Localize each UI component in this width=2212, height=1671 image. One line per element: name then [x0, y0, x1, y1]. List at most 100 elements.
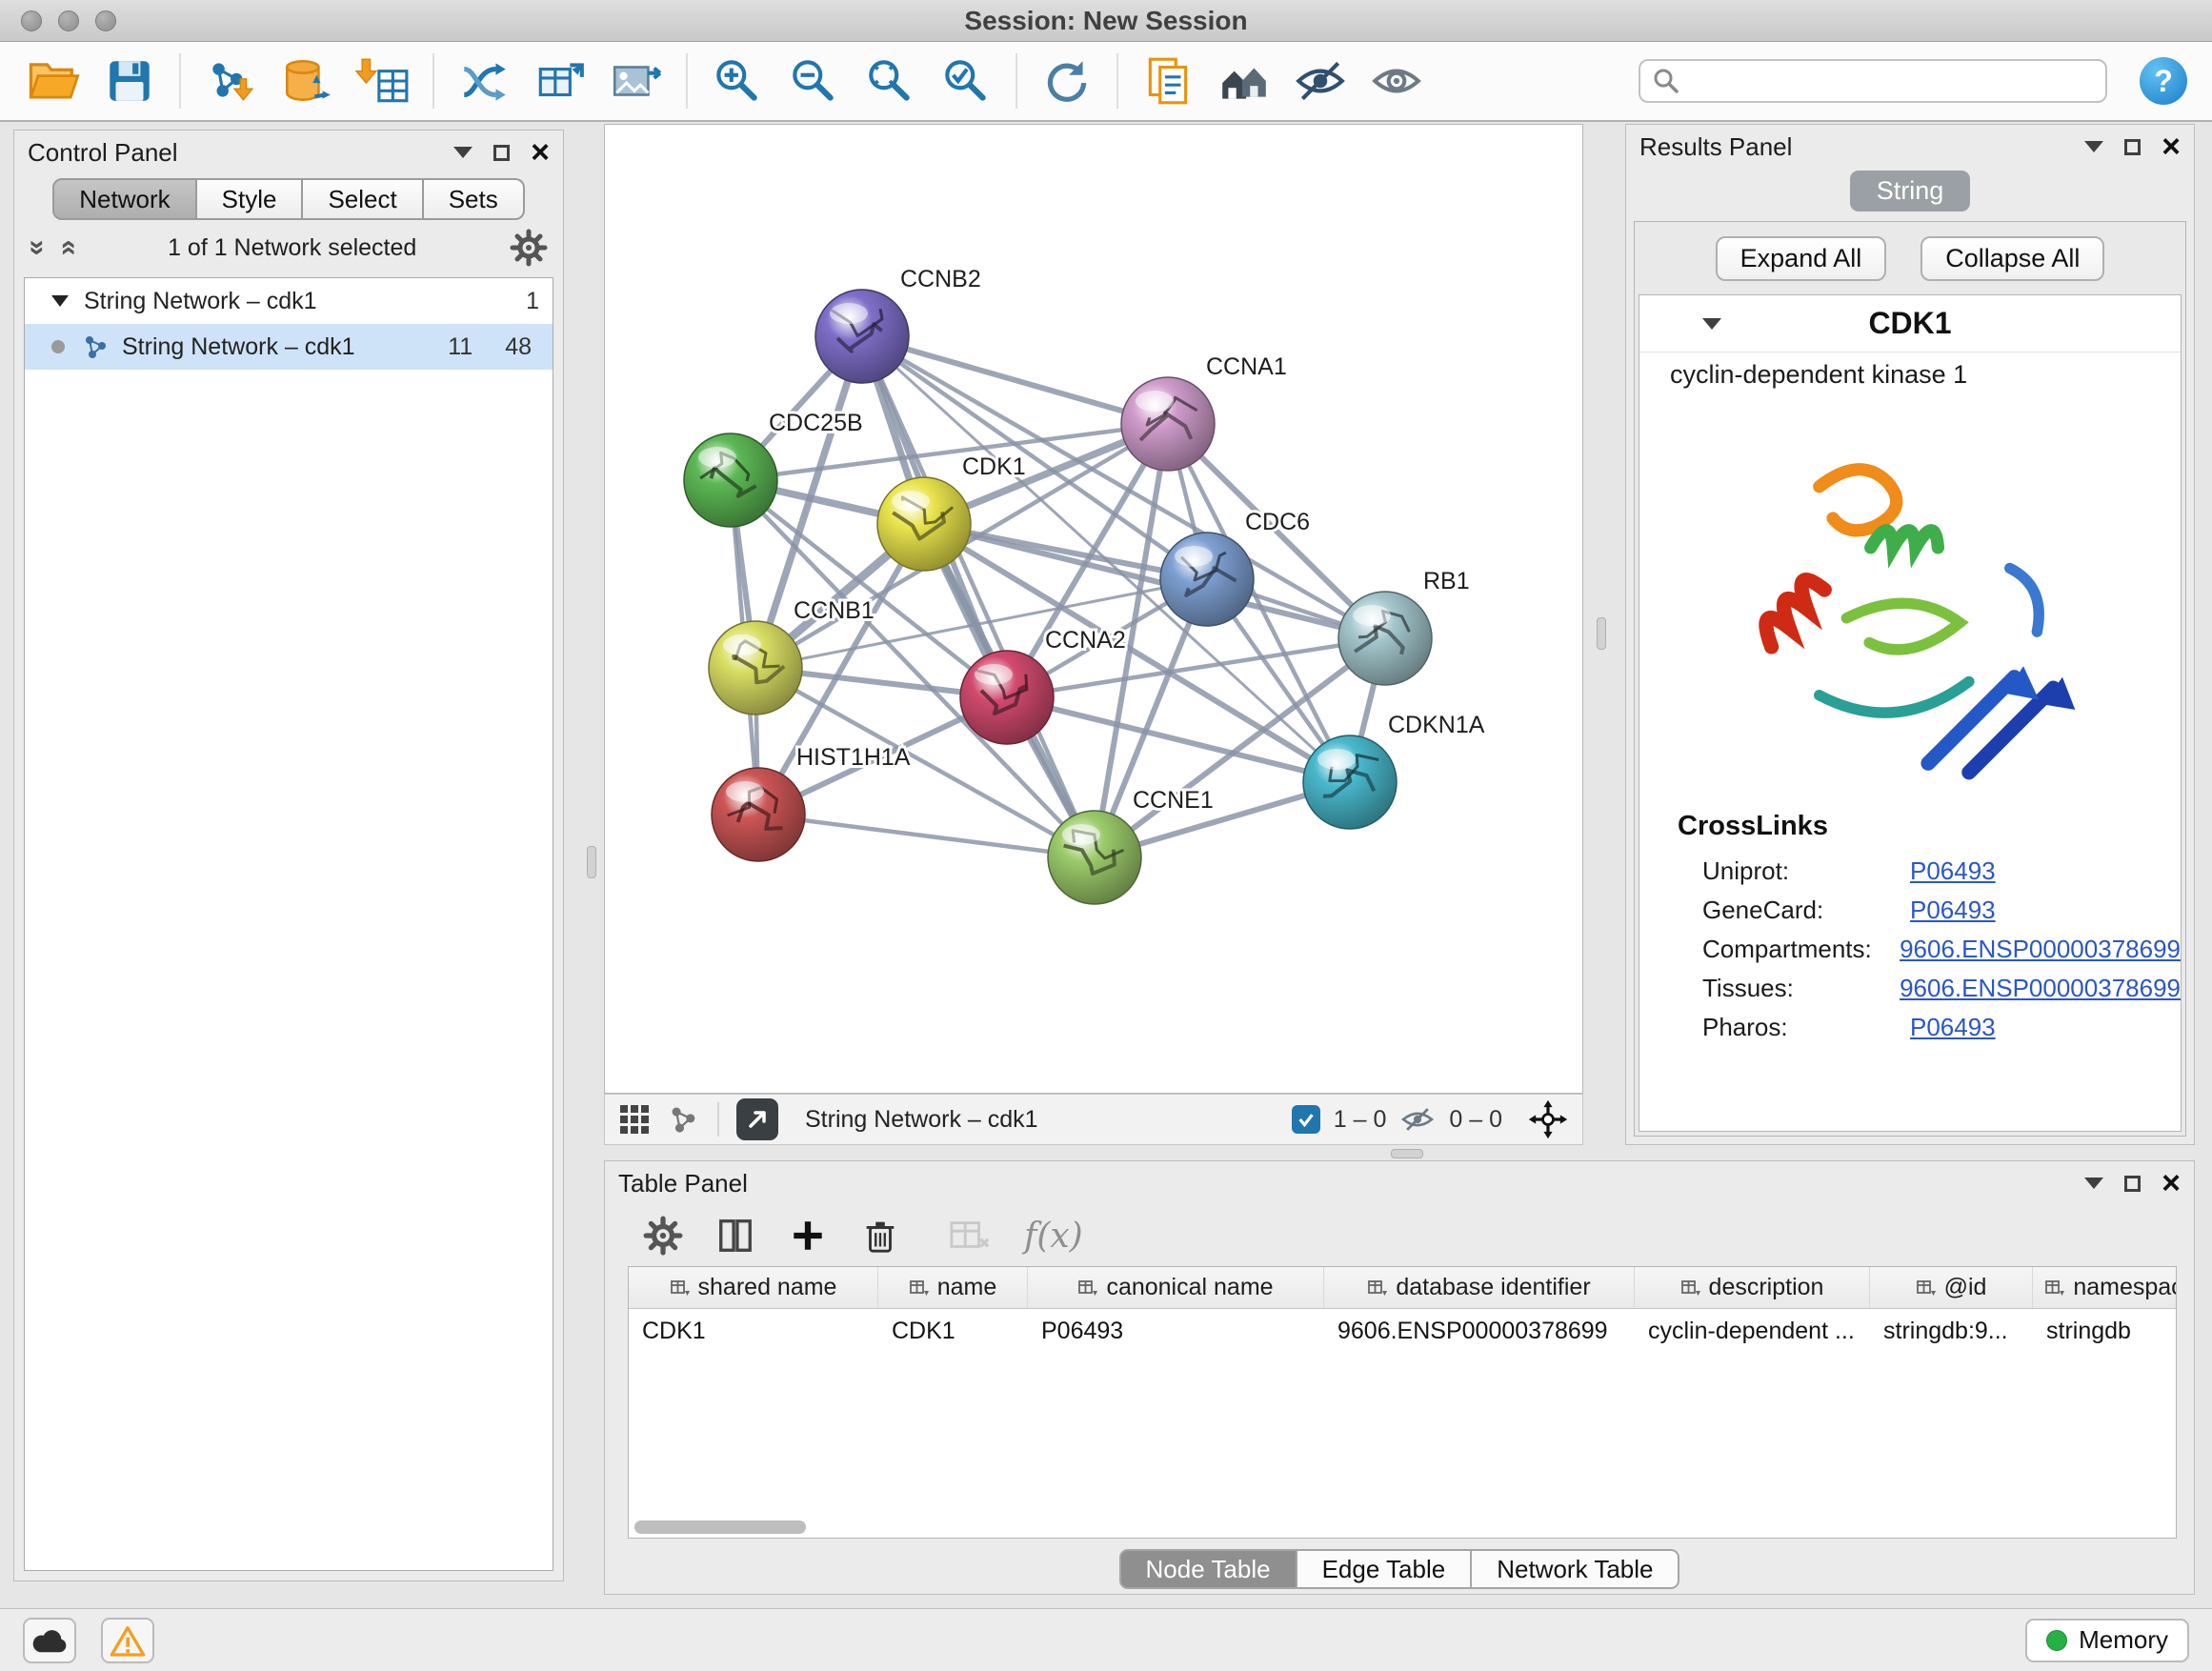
import-table-button[interactable] — [345, 48, 421, 114]
panel-menu-icon[interactable] — [453, 147, 473, 158]
pan-move-icon[interactable] — [1527, 1098, 1569, 1140]
refresh-layout-button[interactable] — [1029, 48, 1105, 114]
tab-sets[interactable]: Sets — [424, 178, 525, 220]
crosslink-value-link[interactable]: 9606.ENSP00000378699 — [1900, 974, 2181, 1003]
crosslink-value-link[interactable]: P06493 — [1910, 856, 1996, 886]
table-cell[interactable]: stringdb — [2033, 1309, 2177, 1353]
table-row[interactable]: CDK1CDK1P064939606.ENSP00000378699cyclin… — [629, 1309, 2176, 1353]
collapse-all-icon[interactable]: » — [23, 240, 51, 256]
table-cell[interactable]: 9606.ENSP00000378699 — [1324, 1309, 1635, 1353]
share-view-icon[interactable] — [668, 1103, 700, 1136]
clone-network-button[interactable] — [522, 48, 598, 114]
collection-expander-icon[interactable] — [51, 295, 69, 307]
import-network-file-button[interactable] — [192, 48, 269, 114]
minimize-window-button[interactable] — [58, 10, 79, 31]
network-collection-row[interactable]: String Network – cdk1 1 — [25, 278, 553, 324]
network-node-HIST1H1A[interactable]: HIST1H1A — [712, 744, 911, 861]
show-graphics-button[interactable] — [1358, 48, 1435, 114]
export-image-button[interactable] — [598, 48, 674, 114]
duplicate-document-icon — [1140, 53, 1196, 109]
right-splitter-handle[interactable] — [1597, 617, 1606, 650]
panel-close-icon[interactable]: × — [531, 136, 550, 169]
tab-node-table[interactable]: Node Table — [1119, 1549, 1297, 1589]
cloud-status-button[interactable] — [23, 1618, 76, 1663]
open-session-button[interactable] — [15, 48, 91, 114]
network-row[interactable]: String Network – cdk1 11 48 — [25, 324, 553, 370]
protein-collapse-icon[interactable] — [1702, 318, 1721, 330]
left-splitter-handle[interactable] — [587, 846, 596, 878]
expand-all-icon[interactable]: » — [52, 240, 81, 256]
network-node-CDKN1A[interactable]: CDKN1A — [1303, 712, 1485, 829]
memory-button[interactable]: Memory — [2025, 1619, 2189, 1662]
table-cell[interactable]: cyclin-dependent ... — [1635, 1309, 1870, 1353]
column-header-3[interactable]: database identifier — [1324, 1267, 1635, 1308]
tab-network[interactable]: Network — [52, 178, 196, 220]
import-network-database-button[interactable] — [269, 48, 345, 114]
table-cell[interactable]: CDK1 — [878, 1309, 1028, 1353]
hidden-eye-slash-icon — [1399, 1105, 1436, 1134]
network-node-CDC6[interactable]: CDC6 — [1160, 509, 1310, 626]
network-node-RB1[interactable]: RB1 — [1338, 568, 1470, 685]
crosslink-value-link[interactable]: P06493 — [1910, 896, 1996, 925]
horizontal-scrollbar-thumb[interactable] — [634, 1520, 806, 1534]
crosslink-value-link[interactable]: 9606.ENSP00000378699 — [1900, 935, 2181, 964]
zoom-window-button[interactable] — [95, 10, 116, 31]
network-node-CDK1[interactable]: CDK1 — [877, 453, 1026, 571]
panel-float-icon[interactable] — [2124, 1176, 2141, 1192]
function-builder-button[interactable]: f(x) — [1024, 1217, 1083, 1256]
panel-menu-icon[interactable] — [2084, 141, 2103, 152]
string-home-button[interactable] — [1206, 48, 1282, 114]
warnings-button[interactable] — [101, 1618, 154, 1663]
delete-table-icon-disabled — [948, 1216, 992, 1256]
column-header-2[interactable]: canonical name — [1028, 1267, 1324, 1308]
panel-float-icon[interactable] — [2124, 139, 2141, 155]
column-header-0[interactable]: shared name — [629, 1267, 878, 1308]
selected-checkbox-icon[interactable] — [1292, 1105, 1320, 1134]
expand-all-button[interactable]: Expand All — [1716, 236, 1887, 281]
zoom-fit-button[interactable] — [852, 48, 928, 114]
table-cell[interactable]: P06493 — [1028, 1309, 1324, 1353]
add-column-icon[interactable] — [788, 1216, 828, 1256]
tab-style[interactable]: Style — [197, 178, 304, 220]
column-header-6[interactable]: namespac — [2033, 1267, 2177, 1308]
network-options-gear-icon[interactable] — [510, 229, 548, 267]
open-panel-button[interactable] — [1130, 48, 1206, 114]
table-options-gear-icon[interactable] — [643, 1216, 683, 1256]
network-node-CCNA1[interactable]: CCNA1 — [1121, 353, 1287, 471]
show-columns-icon[interactable] — [715, 1216, 755, 1256]
table-cell[interactable]: CDK1 — [629, 1309, 878, 1353]
network-canvas[interactable]: CCNB2CCNA1CDC25BCDK1CDC6RB1CCNB1CCNA2CDK… — [604, 124, 1583, 1094]
selected-count: 1 – 0 — [1334, 1106, 1387, 1134]
crosslink-value-link[interactable]: P06493 — [1910, 1013, 1996, 1042]
new-network-button[interactable] — [446, 48, 522, 114]
delete-column-icon[interactable] — [860, 1216, 900, 1256]
search-input[interactable] — [1680, 67, 2094, 96]
panel-close-icon[interactable]: × — [2162, 1167, 2181, 1199]
bottom-splitter-handle[interactable] — [1391, 1149, 1423, 1158]
tab-select[interactable]: Select — [303, 178, 423, 220]
tab-network-table[interactable]: Network Table — [1472, 1549, 1679, 1589]
birdseye-view-button[interactable] — [736, 1098, 778, 1140]
tab-string[interactable]: String — [1850, 171, 1971, 211]
zoom-out-button[interactable] — [775, 48, 852, 114]
grid-view-icon[interactable] — [618, 1103, 651, 1136]
zoom-in-button[interactable] — [699, 48, 775, 114]
network-edge[interactable] — [862, 336, 1095, 857]
zoom-selected-button[interactable] — [928, 48, 1004, 114]
column-header-5[interactable]: @id — [1870, 1267, 2033, 1308]
protein-header[interactable]: CDK1 — [1639, 295, 2181, 352]
close-window-button[interactable] — [21, 10, 42, 31]
column-header-1[interactable]: name — [878, 1267, 1028, 1308]
save-session-button[interactable] — [91, 48, 168, 114]
hide-graphics-button[interactable] — [1282, 48, 1358, 114]
collapse-all-button[interactable]: Collapse All — [1920, 236, 2104, 281]
panel-menu-icon[interactable] — [2084, 1178, 2103, 1189]
column-header-4[interactable]: description — [1635, 1267, 1870, 1308]
network-edge[interactable] — [758, 815, 1095, 857]
tab-edge-table[interactable]: Edge Table — [1297, 1549, 1473, 1589]
toolbar-search[interactable] — [1639, 59, 2107, 103]
table-cell[interactable]: stringdb:9... — [1870, 1309, 2033, 1353]
panel-float-icon[interactable] — [493, 145, 510, 161]
help-button[interactable]: ? — [2140, 57, 2187, 105]
panel-close-icon[interactable]: × — [2162, 131, 2181, 163]
